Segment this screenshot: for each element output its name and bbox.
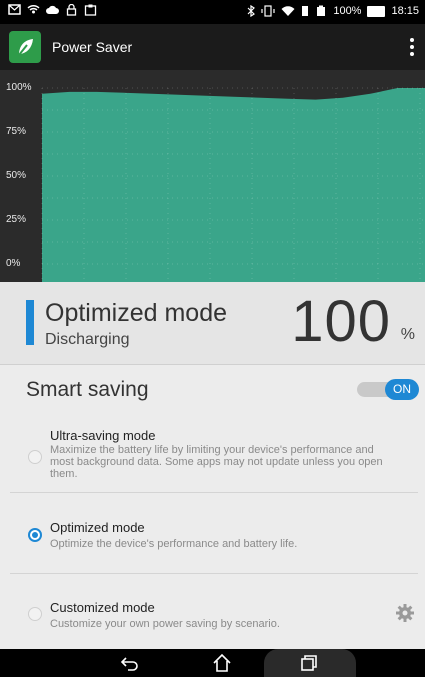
- recent-apps-icon[interactable]: [300, 654, 318, 672]
- option-ultra-saving[interactable]: Ultra-saving mode Maximize the battery l…: [0, 426, 425, 492]
- cloud-icon: [46, 5, 59, 14]
- leaf-icon: [9, 31, 41, 63]
- divider: [10, 492, 418, 493]
- option-customized[interactable]: Customized mode Customize your own power…: [0, 599, 425, 639]
- bluetooth-icon: [247, 5, 256, 17]
- y-tick-label: 25%: [6, 214, 27, 225]
- notification-icons: [8, 4, 97, 16]
- battery-usage-chart: 100% 75% 50% 25% 0%: [0, 70, 425, 282]
- wifi-icon: [281, 6, 295, 16]
- home-icon[interactable]: [212, 653, 232, 673]
- sim-icon: [302, 6, 309, 16]
- y-tick-label: 0%: [6, 258, 21, 269]
- gear-icon[interactable]: [395, 603, 415, 623]
- app-title: Power Saver: [52, 39, 133, 55]
- back-icon[interactable]: [120, 655, 140, 671]
- chart-canvas: [41, 87, 425, 282]
- percent-unit: %: [400, 326, 415, 343]
- app-bar: Power Saver: [0, 24, 425, 70]
- y-tick-label: 100%: [6, 82, 32, 93]
- battery-level-icon: [367, 5, 386, 17]
- clock: 18:15: [391, 5, 419, 17]
- charging-state: Discharging: [45, 331, 130, 348]
- battery-percentage: 100: [291, 289, 391, 354]
- screenshot-icon: [84, 4, 97, 16]
- lock-icon: [66, 4, 77, 16]
- system-icons: 100% 18:15: [247, 5, 419, 17]
- status-bar: 100% 18:15: [0, 0, 425, 24]
- toggle-thumb: ON: [385, 379, 419, 400]
- smart-saving-title: Smart saving: [26, 378, 149, 401]
- y-tick-label: 75%: [6, 126, 27, 137]
- wifi-hotspot-icon: [27, 5, 40, 14]
- battery-percent: 100%: [333, 5, 362, 17]
- navigation-bar: [0, 649, 425, 677]
- option-description: Optimize the device's performance and ba…: [50, 538, 298, 550]
- overflow-menu-icon[interactable]: [407, 36, 417, 58]
- mode-accent-bar: [26, 300, 34, 345]
- smart-saving-toggle[interactable]: ON: [357, 379, 419, 400]
- option-optimized[interactable]: Optimized mode Optimize the device's per…: [0, 518, 425, 568]
- option-description: Maximize the battery life by limiting yo…: [50, 444, 383, 480]
- option-description: Customize your own power saving by scena…: [50, 618, 280, 630]
- option-name: Customized mode: [50, 600, 155, 615]
- vibrate-icon: [261, 5, 275, 17]
- option-name: Ultra-saving mode: [50, 428, 156, 443]
- radio-ultra-saving[interactable]: [28, 450, 42, 464]
- battery-icon: [317, 5, 326, 16]
- divider: [10, 573, 418, 574]
- radio-optimized[interactable]: [28, 528, 42, 542]
- option-name: Optimized mode: [50, 520, 145, 535]
- message-icon: [8, 4, 21, 15]
- current-mode-title: Optimized mode: [45, 299, 228, 327]
- battery-area: [42, 88, 425, 282]
- y-tick-label: 50%: [6, 170, 27, 181]
- mode-summary: Optimized mode Discharging 100 %: [0, 282, 425, 365]
- radio-customized[interactable]: [28, 607, 42, 621]
